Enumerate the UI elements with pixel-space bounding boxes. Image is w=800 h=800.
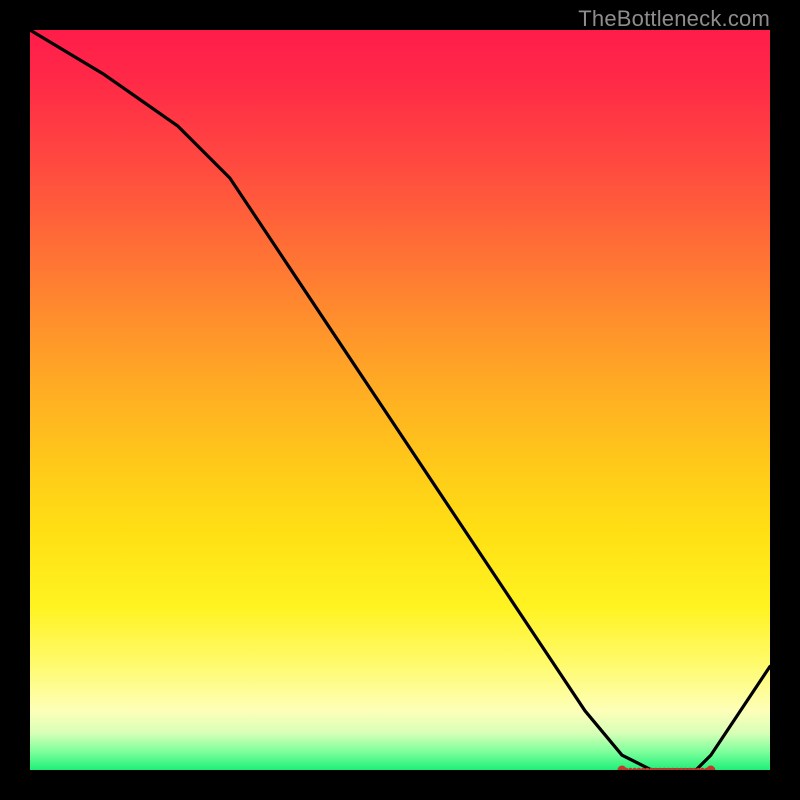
flat-marker xyxy=(662,768,667,770)
flat-marker xyxy=(654,768,659,770)
flat-marker xyxy=(628,768,633,770)
flat-marker xyxy=(683,768,688,770)
chart-frame: TheBottleneck.com xyxy=(0,0,800,800)
flat-marker xyxy=(692,768,697,770)
flat-marker xyxy=(632,768,637,770)
flat-marker xyxy=(687,768,692,770)
flat-marker xyxy=(700,768,705,770)
flat-marker xyxy=(658,768,663,770)
flat-marker xyxy=(675,768,680,770)
flat-marker xyxy=(637,768,642,770)
flat-marker xyxy=(666,768,671,770)
chart-svg xyxy=(30,30,770,770)
flat-marker xyxy=(679,768,684,770)
curve-line xyxy=(30,30,770,770)
plot-area xyxy=(30,30,770,770)
watermark-text: TheBottleneck.com xyxy=(578,6,770,32)
chart-line-group xyxy=(30,30,770,770)
flat-marker xyxy=(670,768,675,770)
